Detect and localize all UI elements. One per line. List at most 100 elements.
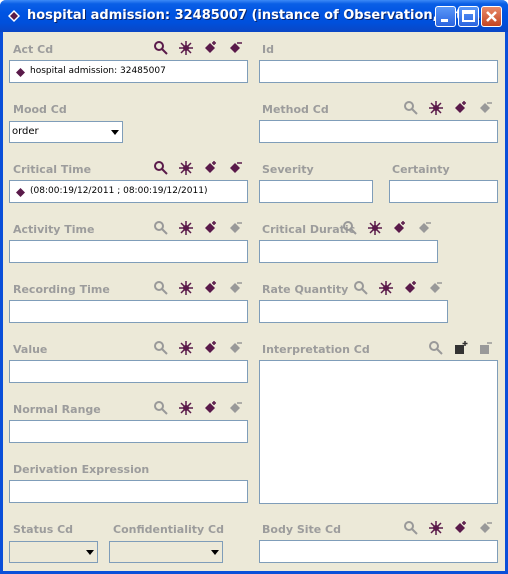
add-instance-icon[interactable] bbox=[392, 220, 408, 236]
status-cd-label: Status Cd bbox=[13, 523, 74, 536]
value-label: Value bbox=[13, 343, 48, 356]
mood-cd-label: Mood Cd bbox=[13, 103, 67, 116]
search-add-icon[interactable] bbox=[153, 340, 169, 356]
activity-time-field[interactable] bbox=[9, 240, 248, 263]
recording-time-toolbar bbox=[153, 280, 253, 296]
severity-label: Severity bbox=[262, 163, 314, 176]
chevron-down-icon[interactable] bbox=[211, 550, 219, 555]
chevron-down-icon[interactable] bbox=[111, 130, 119, 135]
minimize-icon bbox=[441, 19, 448, 22]
maximize-icon bbox=[462, 10, 475, 22]
activity-time-toolbar bbox=[153, 220, 253, 236]
derivation-expression-label: Derivation Expression bbox=[13, 463, 150, 476]
create-new-icon[interactable] bbox=[178, 160, 194, 176]
search-add-icon[interactable] bbox=[153, 160, 169, 176]
activity-time-label: Activity Time bbox=[13, 223, 95, 236]
create-new-icon[interactable] bbox=[178, 40, 194, 56]
rate-quantity-field[interactable] bbox=[259, 300, 448, 323]
title-bar[interactable]: hospital admission: 32485007 (instance o… bbox=[0, 0, 508, 32]
create-new-icon[interactable] bbox=[378, 280, 394, 296]
body-site-cd-field[interactable] bbox=[259, 540, 498, 563]
certainty-field[interactable] bbox=[389, 180, 498, 203]
critical-time-field[interactable]: (08:00:19/12/2011 ; 08:00:19/12/2011) bbox=[9, 180, 248, 203]
critical-time-value: (08:00:19/12/2011 ; 08:00:19/12/2011) bbox=[30, 186, 208, 196]
confidentiality-cd-select[interactable] bbox=[109, 541, 223, 563]
create-new-icon[interactable] bbox=[178, 400, 194, 416]
id-field[interactable] bbox=[259, 60, 498, 83]
method-cd-toolbar bbox=[403, 100, 503, 116]
add-instance-icon[interactable] bbox=[203, 220, 219, 236]
search-add-icon[interactable] bbox=[353, 280, 369, 296]
interpretation-cd-label: Interpretation Cd bbox=[262, 343, 370, 356]
create-new-icon[interactable] bbox=[178, 280, 194, 296]
critical-duration-field[interactable] bbox=[259, 240, 438, 263]
add-instance-icon[interactable] bbox=[453, 520, 469, 536]
remove-instance-icon bbox=[230, 402, 242, 413]
search-add-icon[interactable] bbox=[403, 100, 419, 116]
severity-field[interactable] bbox=[259, 180, 373, 203]
remove-instance-icon[interactable] bbox=[228, 40, 244, 56]
act-cd-field[interactable]: hospital admission: 32485007 bbox=[9, 60, 248, 83]
remove-instance-icon bbox=[230, 222, 242, 233]
instance-diamond-icon bbox=[16, 188, 25, 197]
mood-cd-select[interactable]: order bbox=[9, 121, 123, 143]
add-instance-icon[interactable] bbox=[203, 400, 219, 416]
window-title: hospital admission: 32485007 (instance o… bbox=[27, 8, 491, 23]
remove-instance-icon bbox=[419, 222, 431, 233]
maximize-button[interactable] bbox=[458, 6, 479, 27]
add-instance-icon[interactable] bbox=[403, 280, 419, 296]
search-add-icon[interactable] bbox=[403, 520, 419, 536]
search-add-icon[interactable] bbox=[153, 280, 169, 296]
remove-instance-icon bbox=[230, 282, 242, 293]
value-field[interactable] bbox=[9, 360, 248, 383]
critical-time-label: Critical Time bbox=[13, 163, 92, 176]
add-square-icon[interactable] bbox=[453, 340, 469, 356]
remove-square-icon bbox=[480, 342, 492, 354]
rate-quantity-label: Rate Quantity bbox=[262, 283, 349, 296]
minimize-button[interactable] bbox=[435, 6, 456, 27]
create-new-icon[interactable] bbox=[178, 340, 194, 356]
close-button[interactable] bbox=[481, 6, 502, 27]
act-cd-toolbar bbox=[153, 40, 253, 56]
confidentiality-cd-label: Confidentiality Cd bbox=[113, 523, 224, 536]
recording-time-field[interactable] bbox=[9, 300, 248, 323]
body-site-cd-label: Body Site Cd bbox=[262, 523, 342, 536]
instance-diamond-icon bbox=[8, 10, 20, 22]
method-cd-label: Method Cd bbox=[262, 103, 329, 116]
normal-range-label: Normal Range bbox=[13, 403, 101, 416]
create-new-icon[interactable] bbox=[428, 520, 444, 536]
search-add-icon[interactable] bbox=[153, 400, 169, 416]
search-add-icon[interactable] bbox=[342, 220, 358, 236]
recording-time-label: Recording Time bbox=[13, 283, 110, 296]
mood-cd-value: order bbox=[12, 126, 39, 137]
certainty-label: Certainty bbox=[392, 163, 450, 176]
derivation-expression-field[interactable] bbox=[9, 480, 248, 503]
interpretation-cd-toolbar bbox=[428, 340, 503, 356]
add-instance-icon[interactable] bbox=[453, 100, 469, 116]
add-instance-icon[interactable] bbox=[203, 340, 219, 356]
search-add-icon[interactable] bbox=[153, 40, 169, 56]
normal-range-toolbar bbox=[153, 400, 253, 416]
add-instance-icon[interactable] bbox=[203, 280, 219, 296]
remove-instance-icon bbox=[230, 342, 242, 353]
interpretation-cd-list[interactable] bbox=[259, 360, 498, 504]
create-new-icon[interactable] bbox=[428, 100, 444, 116]
remove-instance-icon bbox=[480, 522, 492, 533]
method-cd-field[interactable] bbox=[259, 120, 498, 143]
add-instance-icon[interactable] bbox=[203, 160, 219, 176]
id-label: Id bbox=[262, 43, 274, 56]
body-site-cd-toolbar bbox=[403, 520, 503, 536]
remove-instance-icon bbox=[480, 102, 492, 113]
value-toolbar bbox=[153, 340, 253, 356]
create-new-icon[interactable] bbox=[367, 220, 383, 236]
chevron-down-icon[interactable] bbox=[86, 550, 94, 555]
create-new-icon[interactable] bbox=[178, 220, 194, 236]
remove-instance-icon[interactable] bbox=[228, 160, 244, 176]
critical-duration-toolbar bbox=[342, 220, 442, 236]
instance-diamond-icon bbox=[16, 68, 25, 77]
status-cd-select[interactable] bbox=[9, 541, 98, 563]
add-instance-icon[interactable] bbox=[203, 40, 219, 56]
search-add-icon[interactable] bbox=[428, 340, 444, 356]
search-add-icon[interactable] bbox=[153, 220, 169, 236]
normal-range-field[interactable] bbox=[9, 420, 248, 443]
